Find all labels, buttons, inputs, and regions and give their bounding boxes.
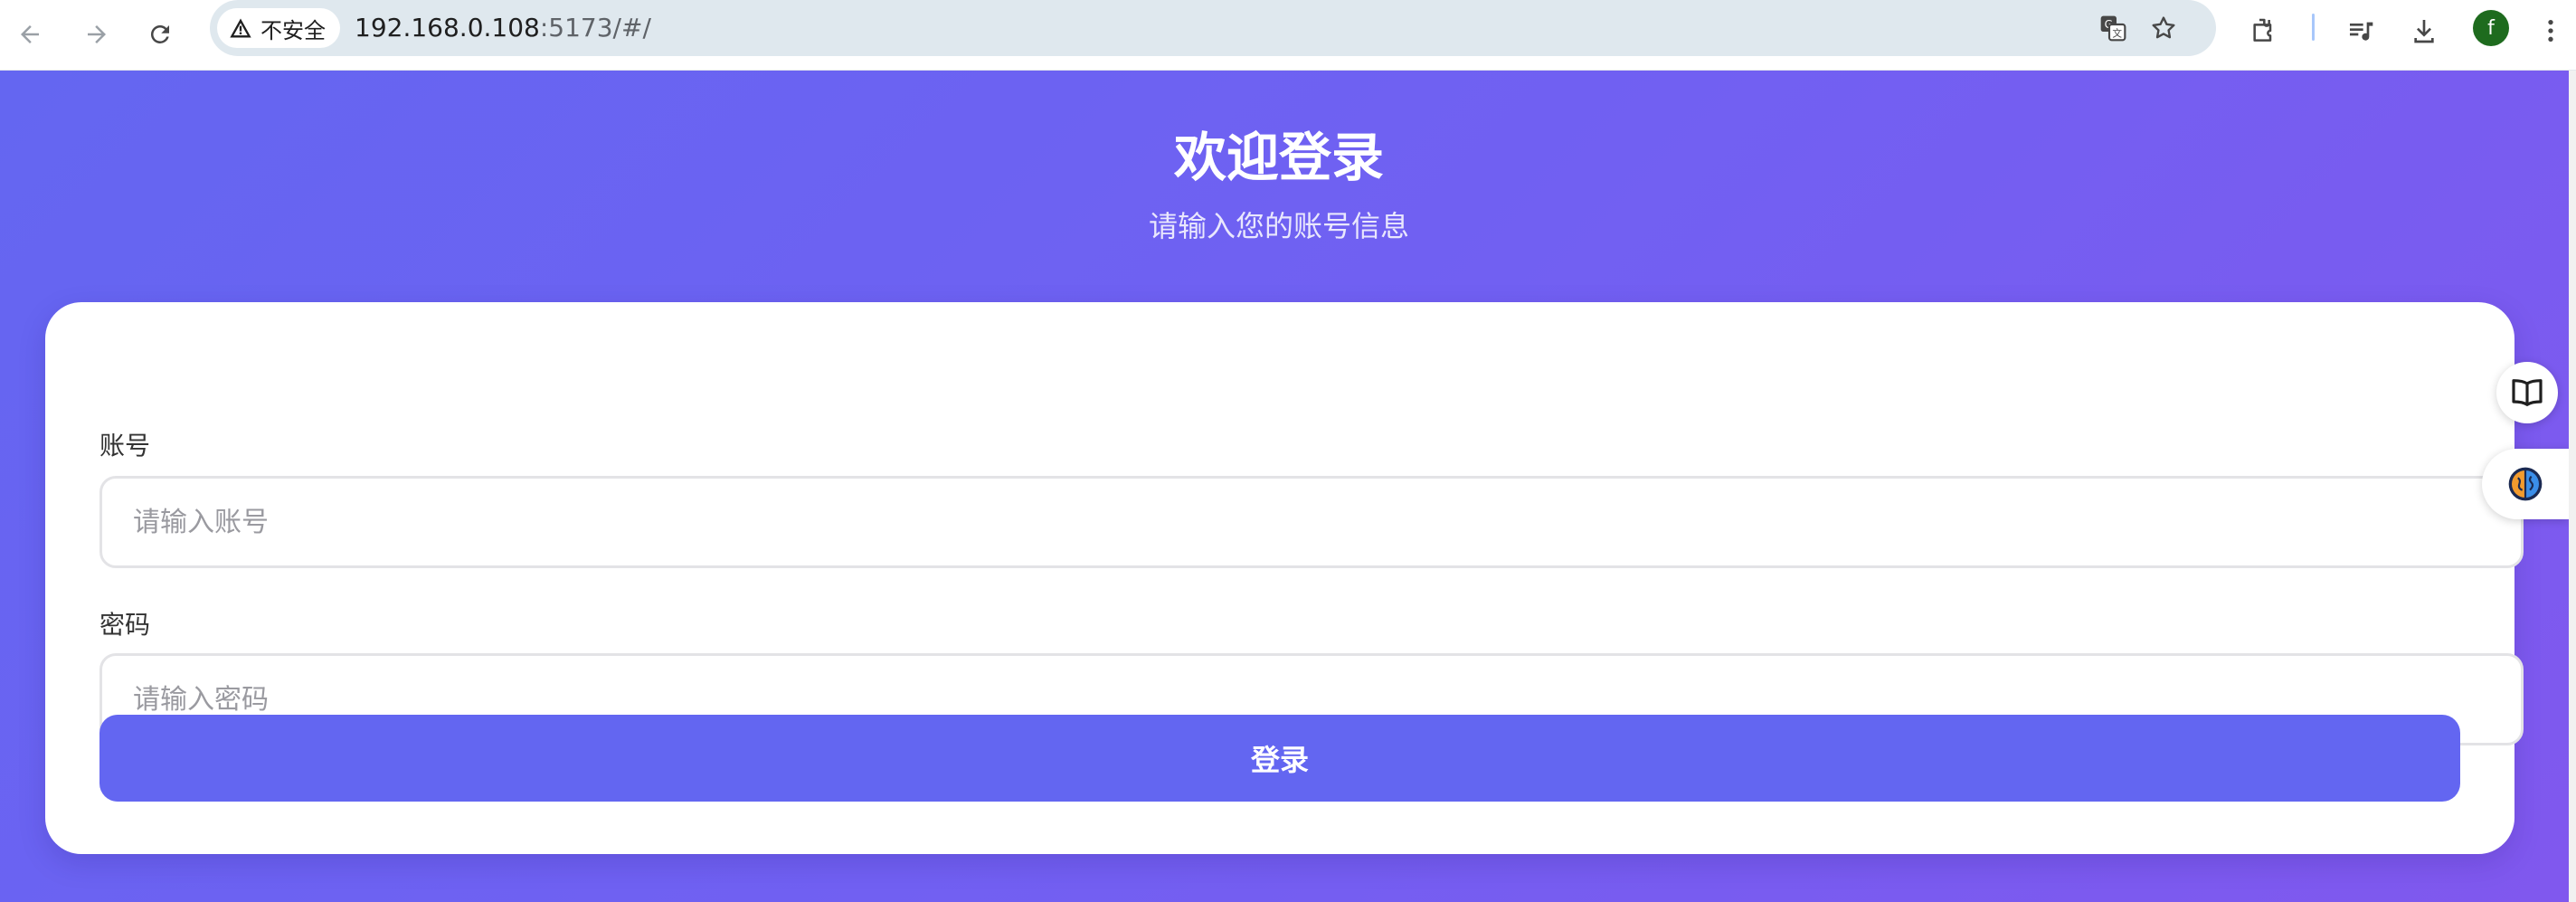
- more-menu-button[interactable]: [2531, 11, 2571, 51]
- downloads-button[interactable]: [2404, 11, 2444, 51]
- address-bar[interactable]: 不安全 192.168.0.108:5173/#/ G文: [210, 0, 2216, 56]
- password-label: 密码: [99, 610, 151, 640]
- browser-toolbar: 不安全 192.168.0.108:5173/#/ G文 f: [0, 0, 2576, 71]
- back-button[interactable]: [7, 12, 52, 57]
- security-label: 不安全: [260, 17, 326, 43]
- account-input[interactable]: [99, 476, 2524, 568]
- extensions-button[interactable]: [2243, 11, 2283, 51]
- bookmark-star-icon: [2152, 16, 2175, 39]
- ai-assistant-widget[interactable]: [2482, 449, 2569, 519]
- page-title: 欢迎登录: [1173, 127, 1384, 188]
- reload-button[interactable]: [137, 12, 183, 57]
- translate-icon: G文: [2100, 15, 2126, 42]
- svg-text:文: 文: [2112, 27, 2122, 39]
- book-icon: [2512, 379, 2543, 406]
- media-queue-button[interactable]: [2341, 11, 2381, 51]
- login-page: 欢迎登录 请输入您的账号信息 账号 密码 登录: [0, 71, 2569, 902]
- page-scrollbar[interactable]: [2569, 71, 2576, 902]
- account-label: 账号: [99, 431, 151, 460]
- login-button[interactable]: 登录: [99, 715, 2460, 802]
- url-host: 192.168.0.108: [355, 13, 540, 43]
- toolbar-divider: [2312, 14, 2315, 41]
- extensions-icon: [2253, 18, 2272, 42]
- warning-icon: [230, 18, 251, 38]
- url-text[interactable]: 192.168.0.108:5173/#/: [355, 13, 651, 43]
- url-path: :5173/#/: [539, 13, 651, 43]
- profile-avatar[interactable]: f: [2473, 10, 2509, 46]
- more-menu-icon: [2548, 20, 2553, 42]
- login-form-card: 账号 密码 登录: [45, 302, 2524, 854]
- security-chip[interactable]: 不安全: [217, 8, 340, 48]
- reload-icon: [150, 24, 169, 43]
- forward-icon: [88, 25, 106, 43]
- media-queue-icon: [2350, 22, 2373, 41]
- forward-button[interactable]: [74, 12, 119, 57]
- bookmark-button[interactable]: [2145, 10, 2182, 46]
- back-icon: [21, 25, 39, 43]
- page-subtitle: 请输入您的账号信息: [1148, 209, 1409, 243]
- reader-widget[interactable]: [2496, 362, 2558, 423]
- brain-icon: [2508, 467, 2543, 501]
- translate-button[interactable]: G文: [2095, 10, 2131, 46]
- download-icon: [2414, 20, 2434, 43]
